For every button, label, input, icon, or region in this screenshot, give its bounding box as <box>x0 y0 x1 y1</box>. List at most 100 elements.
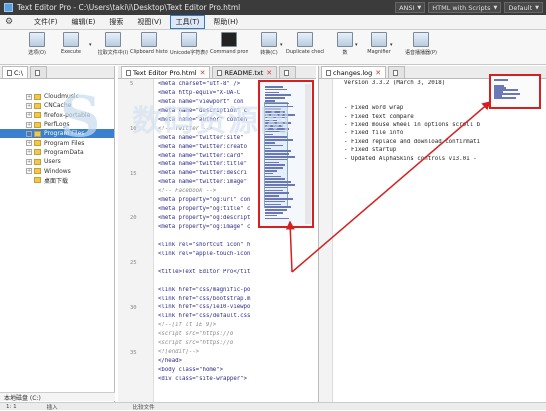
minimap-highlighted[interactable] <box>489 74 541 109</box>
menu-file[interactable]: 文件(F) <box>28 15 64 29</box>
menu-search[interactable]: 搜索 <box>103 15 129 29</box>
menu-edit[interactable]: 编辑(E) <box>66 15 102 29</box>
new-tab-button[interactable] <box>388 66 406 78</box>
tab-drive-c-label: C:\ <box>14 68 23 77</box>
expand-icon[interactable]: + <box>26 93 32 100</box>
expand-icon[interactable]: + <box>26 158 32 165</box>
tree-item[interactable]: + firefox-portable <box>0 111 114 120</box>
expand-icon[interactable]: + <box>26 102 32 109</box>
expand-icon[interactable]: + <box>26 149 32 156</box>
tab-readme-txt[interactable]: README.txt ✕ <box>212 66 278 78</box>
gear-icon[interactable]: ⚙ <box>5 17 13 27</box>
menu-view[interactable]: 视图(V) <box>131 15 167 29</box>
expand-icon[interactable]: + <box>26 130 32 137</box>
number-label: 数 <box>342 50 348 56</box>
code-line: <meta property="og:descript <box>158 215 270 224</box>
minimap-line <box>265 189 283 192</box>
close-icon[interactable]: ✕ <box>200 69 206 77</box>
expand-icon[interactable]: + <box>26 140 32 147</box>
code-line-text: <link rel="shortcut icon" h <box>158 241 251 248</box>
expand-icon[interactable]: + <box>26 112 32 119</box>
tree-item[interactable]: + Users <box>0 157 114 166</box>
tab-text-editor-pro-html[interactable]: Text Editor Pro.html ✕ <box>121 66 211 78</box>
terminal-icon <box>221 32 237 47</box>
clipboard-history-button[interactable]: Clipboard history <box>130 32 168 62</box>
expand-icon[interactable]: + <box>26 168 32 175</box>
tree-item[interactable]: + Program Files <box>0 129 114 139</box>
minimap-highlighted[interactable] <box>258 80 314 228</box>
code-line-text: <!-- Twitter --> <box>158 125 213 132</box>
compare-files-status[interactable]: 比较文件 <box>133 403 155 411</box>
folder-icon <box>34 149 41 156</box>
changelog-editor-pane: changes.log ✕ Version 3.3.2 (March 3, 201… <box>318 66 546 402</box>
cursor-position: 1: 1 <box>6 403 17 410</box>
tree-item-label: Program Files <box>44 139 85 147</box>
tab-changes-log[interactable]: changes.log ✕ <box>321 66 387 78</box>
minimap-line <box>265 184 295 186</box>
scheme-dropdown[interactable]: Default ▼ <box>504 2 543 13</box>
options-button[interactable]: 选项(O) <box>18 32 56 62</box>
tree-item[interactable]: + Cloudmusic <box>0 92 114 101</box>
convert-dropdown-icon[interactable]: ▾ <box>280 42 283 48</box>
speech-player-button[interactable]: 语音播播器(P) <box>402 32 440 62</box>
expand-icon[interactable]: + <box>26 121 32 128</box>
menu-tools[interactable]: 工具(T) <box>169 15 206 29</box>
insert-mode[interactable]: 插入 <box>47 403 58 411</box>
tree-item-label: ProgramData <box>44 148 84 156</box>
minimap-line <box>265 133 273 136</box>
magnifier-dropdown-icon[interactable]: ▾ <box>390 42 393 48</box>
pull-file-button[interactable]: 拉取文件中(I) <box>94 32 132 62</box>
minimap-line <box>265 91 279 94</box>
code-line-text: <link href="css/ie10-viewpo <box>158 304 251 311</box>
number-dropdown-icon[interactable]: ▾ <box>355 42 358 48</box>
new-tab-button[interactable] <box>279 66 297 78</box>
directory-panel: C:\ + Cloudmusic + CNCache + firefox-portable… <box>0 66 115 410</box>
line-number: 35 <box>130 349 137 356</box>
tree-item[interactable]: + CNCache <box>0 101 114 110</box>
tree-item[interactable]: + Program Files <box>0 138 114 147</box>
folder-icon <box>34 112 41 119</box>
execute-dropdown-icon[interactable]: ▾ <box>89 42 92 48</box>
folder-icon <box>34 158 41 165</box>
tree-item-label: firefox-portable <box>44 111 91 119</box>
minimap-line <box>265 128 289 130</box>
tree-item[interactable]: + Windows <box>0 166 114 175</box>
html-editor-pane: Text Editor Pro.html ✕ README.txt ✕ 5 10 15 2… <box>118 66 316 402</box>
minimap-line <box>265 130 285 133</box>
execute-button[interactable]: Execute <box>52 32 90 62</box>
highlighter-dropdown[interactable]: HTML with Scripts ▼ <box>428 2 502 13</box>
command-prompt-button[interactable]: Command prompt <box>210 32 248 62</box>
encoding-dropdown[interactable]: ANSI ▼ <box>395 2 426 13</box>
minimap-line <box>265 136 287 138</box>
changelog-line: - Fixed startup <box>337 147 397 154</box>
duplicate-checker-button[interactable]: Duplicate checker <box>286 32 324 62</box>
tab-drive-c[interactable]: C:\ <box>2 66 28 78</box>
tree-item[interactable]: + ProgramData <box>0 148 114 157</box>
command-prompt-label: Command prompt <box>210 49 248 55</box>
tree-item[interactable]: 桌面下载 <box>0 176 114 185</box>
code-line: <link href="css/bootstrap.m <box>158 296 270 305</box>
vertical-scrollbar[interactable] <box>305 84 311 224</box>
document-icon <box>326 69 331 76</box>
tree-item[interactable]: + PerfLogs <box>0 120 114 129</box>
options-label: 选项(O) <box>28 50 46 56</box>
highlighter-value: HTML with Scripts <box>432 3 491 12</box>
minimap-line <box>265 181 291 183</box>
folder-icon <box>34 140 41 147</box>
code-line-text: <body class="home"> <box>158 367 224 373</box>
number-button[interactable]: 数 <box>326 32 364 62</box>
new-tab-button[interactable] <box>29 66 47 78</box>
tree-item-label: Windows <box>44 167 71 175</box>
minimap-line <box>265 186 287 189</box>
minimap-line <box>265 206 291 208</box>
close-icon[interactable]: ✕ <box>266 69 272 77</box>
unicode-table-button[interactable]: Unicode字符表(U) <box>170 32 208 62</box>
magnifier-icon <box>371 32 387 47</box>
code-line: <meta name="twitter:title" <box>158 161 270 170</box>
code-line: <meta name="twitter:card" <box>158 153 270 162</box>
code-text-area[interactable]: <meta charset="utf-8" /> <meta http-equi… <box>158 81 270 385</box>
line-number: 20 <box>130 215 137 222</box>
close-icon[interactable]: ✕ <box>375 69 381 77</box>
menu-help[interactable]: 帮助(H) <box>207 15 244 29</box>
minimap-line <box>265 86 283 88</box>
